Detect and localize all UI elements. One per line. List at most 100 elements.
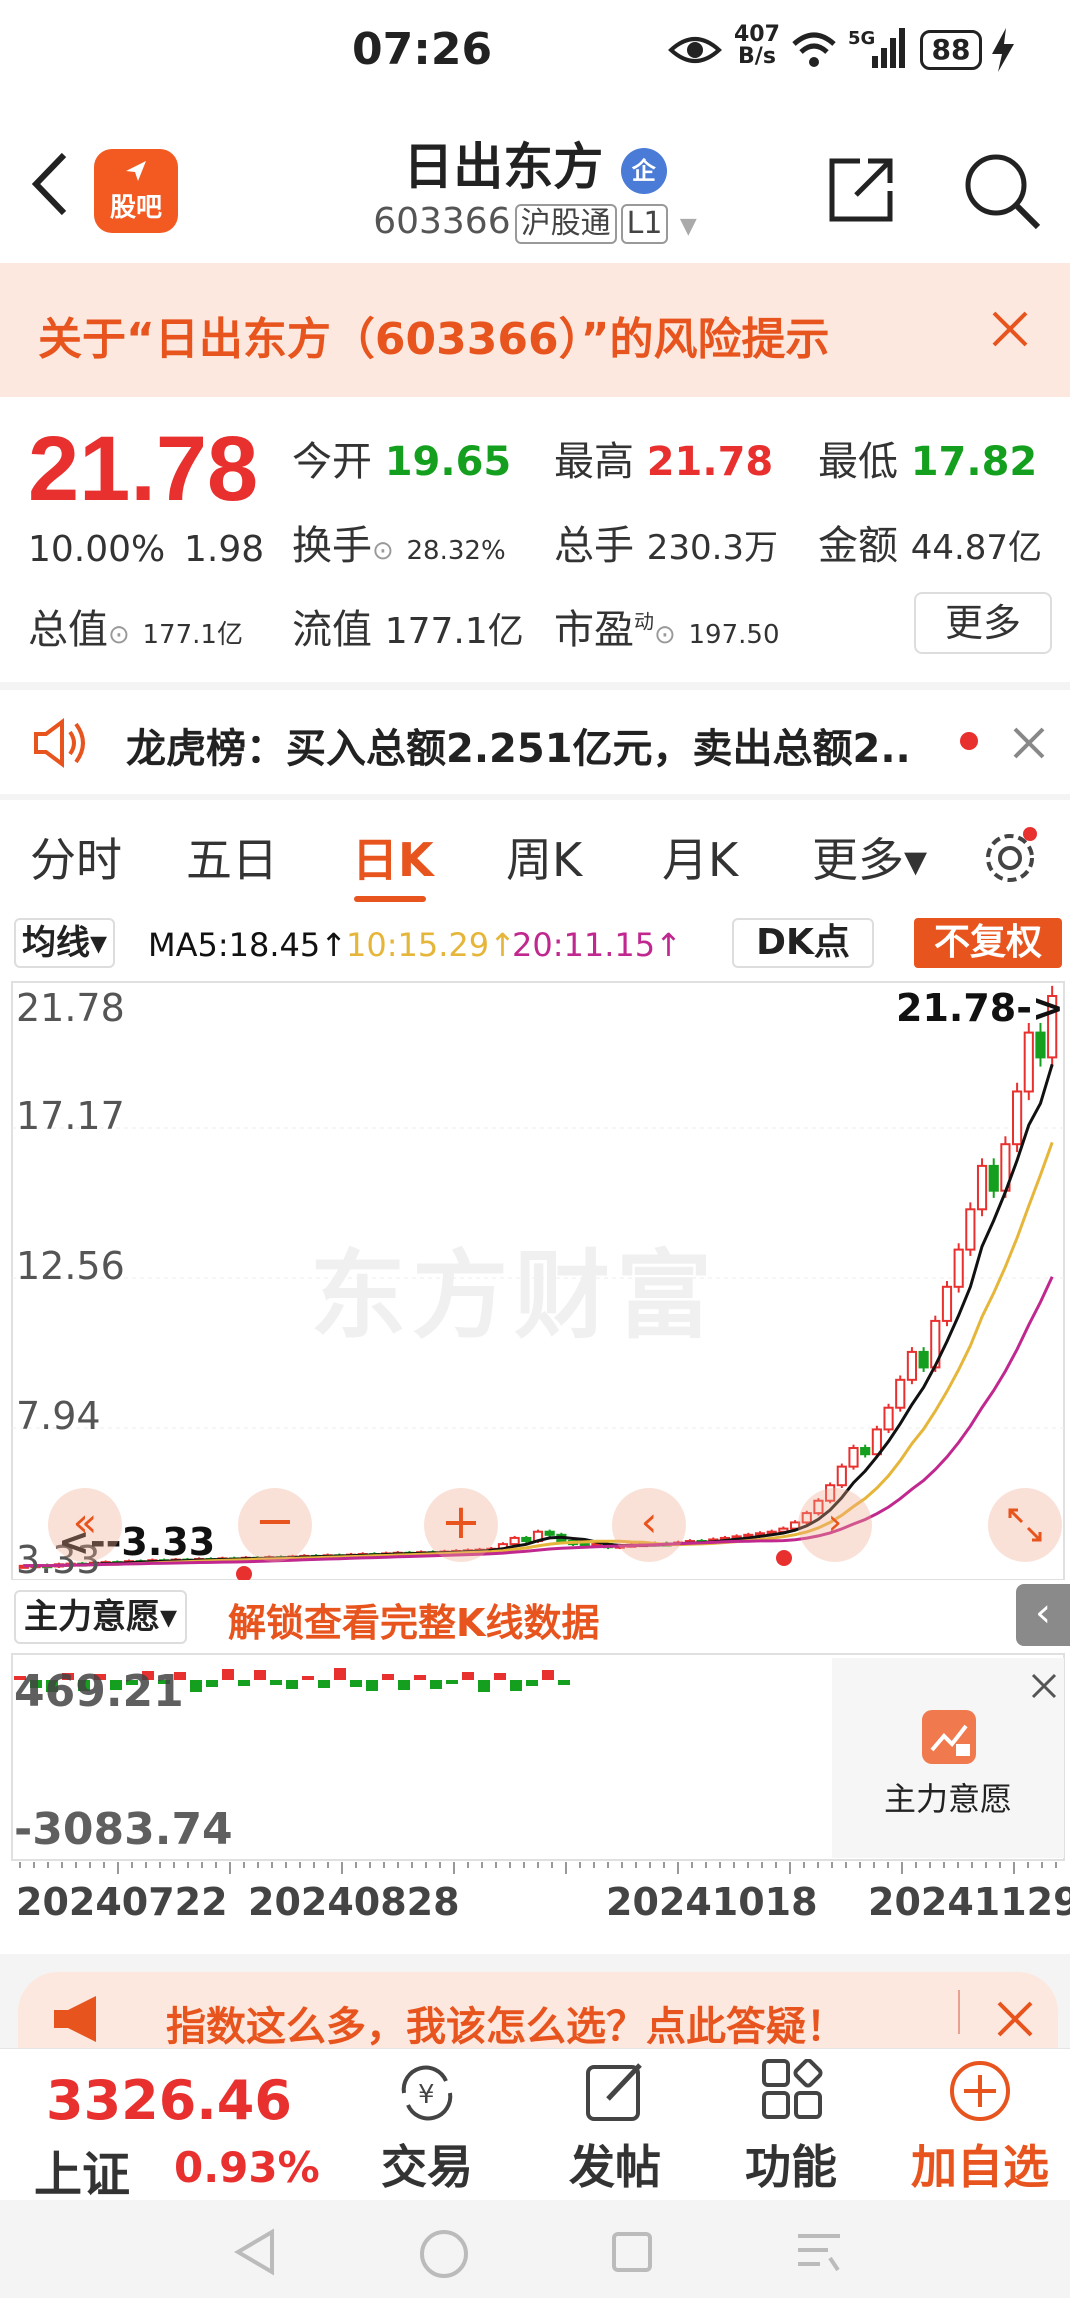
- candle-body: [1035, 1031, 1046, 1059]
- x-tick-3: 20241018: [606, 1880, 818, 1924]
- edit-icon: [586, 2063, 642, 2121]
- info-dots-icon[interactable]: ⊙: [654, 620, 676, 650]
- ma10-value: 10:15.29↑: [346, 926, 516, 964]
- ma20-value: 20:11.15↑: [512, 926, 682, 964]
- indicator-bar: [558, 1680, 570, 1685]
- index-name: 上证: [34, 2147, 131, 2203]
- speaker-icon: [34, 718, 85, 768]
- close-icon[interactable]: [1030, 1672, 1058, 1700]
- megaphone-icon: [54, 1996, 96, 2042]
- zoom-out-button[interactable]: −: [238, 1488, 312, 1562]
- tab-more[interactable]: 更多▾: [812, 824, 927, 890]
- active-tab-indicator: [354, 896, 426, 902]
- trade-button[interactable]: ¥ 交易: [352, 2049, 502, 2201]
- close-icon[interactable]: [996, 2000, 1034, 2038]
- share-icon[interactable]: [826, 155, 896, 225]
- dk-point-button[interactable]: DK点: [732, 918, 874, 968]
- indicator-bottom-value: -3083.74: [14, 1804, 233, 1855]
- gear-icon[interactable]: [980, 826, 1042, 888]
- indicator-bar: [366, 1680, 378, 1691]
- volume-value: 230.3万: [646, 528, 779, 568]
- nav-menu-icon[interactable]: [794, 2228, 844, 2276]
- add-watchlist-button[interactable]: 加自选: [892, 2049, 1068, 2201]
- x-tick-4: 20241129: [868, 1880, 1070, 1924]
- dragon-tiger-banner[interactable]: 龙虎榜：买入总额2.251亿元，卖出总额2..: [0, 690, 1070, 794]
- stock-code: 603366: [373, 201, 511, 242]
- current-price: 21.78: [28, 418, 259, 520]
- info-dots-icon[interactable]: ⊙: [372, 536, 394, 566]
- candle-body: [883, 1406, 894, 1431]
- max-price-label: 21.78->: [896, 986, 1064, 1030]
- ma-selector[interactable]: 均线▾: [14, 918, 116, 968]
- float-value: 177.1亿: [384, 611, 524, 652]
- low-label: 最低: [818, 439, 898, 485]
- y-tick-1: 21.78: [16, 986, 125, 1030]
- tab-wuri[interactable]: 五日: [186, 824, 278, 890]
- index-pct: 0.93%: [174, 2143, 320, 2192]
- charging-icon: [992, 28, 1014, 72]
- x-tick-1: 20240722: [16, 1880, 228, 1924]
- y-tick-3: 12.56: [16, 1244, 125, 1288]
- trade-label: 交易: [381, 2140, 473, 2194]
- indicator-bar: 主力意愿▾ 解锁查看完整K线数据 ‹: [0, 1580, 1070, 1652]
- indicator-bar: [526, 1680, 538, 1686]
- more-button[interactable]: 更多: [914, 592, 1052, 654]
- indicator-bar: [494, 1673, 506, 1680]
- post-button[interactable]: 发帖: [540, 2049, 690, 2201]
- close-icon[interactable]: [990, 309, 1030, 349]
- adjust-button[interactable]: 不复权: [914, 918, 1062, 968]
- indicator-bar: [350, 1680, 362, 1687]
- enterprise-badge: 企: [620, 147, 667, 194]
- tab-rik[interactable]: 日K: [352, 824, 434, 890]
- amount-value: 44.87亿: [910, 528, 1043, 568]
- zoom-in-button[interactable]: +: [424, 1488, 498, 1562]
- candle-body: [509, 1536, 520, 1546]
- indicator-bar: [270, 1680, 282, 1685]
- promo-banner[interactable]: 指数这么多，我该怎么选？点此答疑！: [18, 1972, 1058, 2050]
- hgt-tag: 沪股通: [514, 204, 617, 244]
- clock: 07:26: [352, 24, 493, 75]
- indicator-bar: [334, 1668, 346, 1680]
- main-force-card-label: 主力意愿: [883, 1780, 1012, 1818]
- high-label: 最高: [554, 439, 634, 485]
- svg-text:¥: ¥: [418, 2080, 435, 2110]
- info-dots-icon[interactable]: ⊙: [108, 620, 130, 650]
- expand-icon: [1008, 1508, 1042, 1542]
- candle-body: [988, 1164, 999, 1192]
- fullscreen-button[interactable]: [988, 1488, 1062, 1562]
- indicator-selector[interactable]: 主力意愿▾: [14, 1590, 188, 1644]
- open-value: 19.65: [384, 439, 512, 485]
- unlock-link[interactable]: 解锁查看完整K线数据: [228, 1592, 599, 1647]
- ma5-value: MA5:18.45↑: [148, 926, 348, 964]
- nav-recents-icon[interactable]: [610, 2230, 654, 2274]
- stock-subtitle[interactable]: 603366 沪股通 L1 ▼: [0, 201, 1070, 244]
- tab-yuek[interactable]: 月K: [662, 824, 738, 890]
- nav-back-icon[interactable]: [232, 2228, 276, 2276]
- side-drawer-handle[interactable]: ‹: [1016, 1584, 1070, 1646]
- tab-fenshi[interactable]: 分时: [30, 824, 122, 890]
- post-label: 发帖: [569, 2140, 661, 2194]
- risk-banner[interactable]: 关于“日出东方（603366）”的风险提示: [0, 263, 1070, 397]
- function-button[interactable]: 功能: [716, 2049, 866, 2201]
- float-label: 流值: [292, 607, 372, 653]
- bottom-toolbar: 3326.46 上证 0.93% ¥ 交易 发帖 功能 加自选: [0, 2048, 1070, 2203]
- kline-chart[interactable]: 东方财富 21.78 17.17 12.56 7.94 3.33 21.78->…: [0, 978, 1070, 1582]
- indicator-bar: [190, 1680, 202, 1692]
- rewind-button[interactable]: «: [48, 1488, 122, 1562]
- index-quote[interactable]: 3326.46 上证 0.93%: [0, 2049, 340, 2203]
- indicator-bar: [254, 1670, 266, 1680]
- scroll-right-button[interactable]: ›: [798, 1488, 872, 1562]
- search-icon[interactable]: [962, 151, 1042, 231]
- close-icon[interactable]: [1012, 726, 1046, 760]
- candle-body: [895, 1378, 906, 1409]
- event-marker[interactable]: [776, 1550, 792, 1566]
- nav-home-icon[interactable]: [418, 2228, 470, 2280]
- main-force-card[interactable]: 主力意愿: [832, 1658, 1064, 1858]
- tab-zhouk[interactable]: 周K: [506, 824, 582, 890]
- indicator-chart[interactable]: 469.21 -3083.74 主力意愿: [0, 1652, 1070, 1862]
- level-tag: L1: [620, 204, 669, 244]
- scroll-left-button[interactable]: ‹: [612, 1488, 686, 1562]
- indicator-bar: [222, 1669, 234, 1680]
- candle-body: [544, 1530, 555, 1536]
- divider: [958, 1990, 960, 2034]
